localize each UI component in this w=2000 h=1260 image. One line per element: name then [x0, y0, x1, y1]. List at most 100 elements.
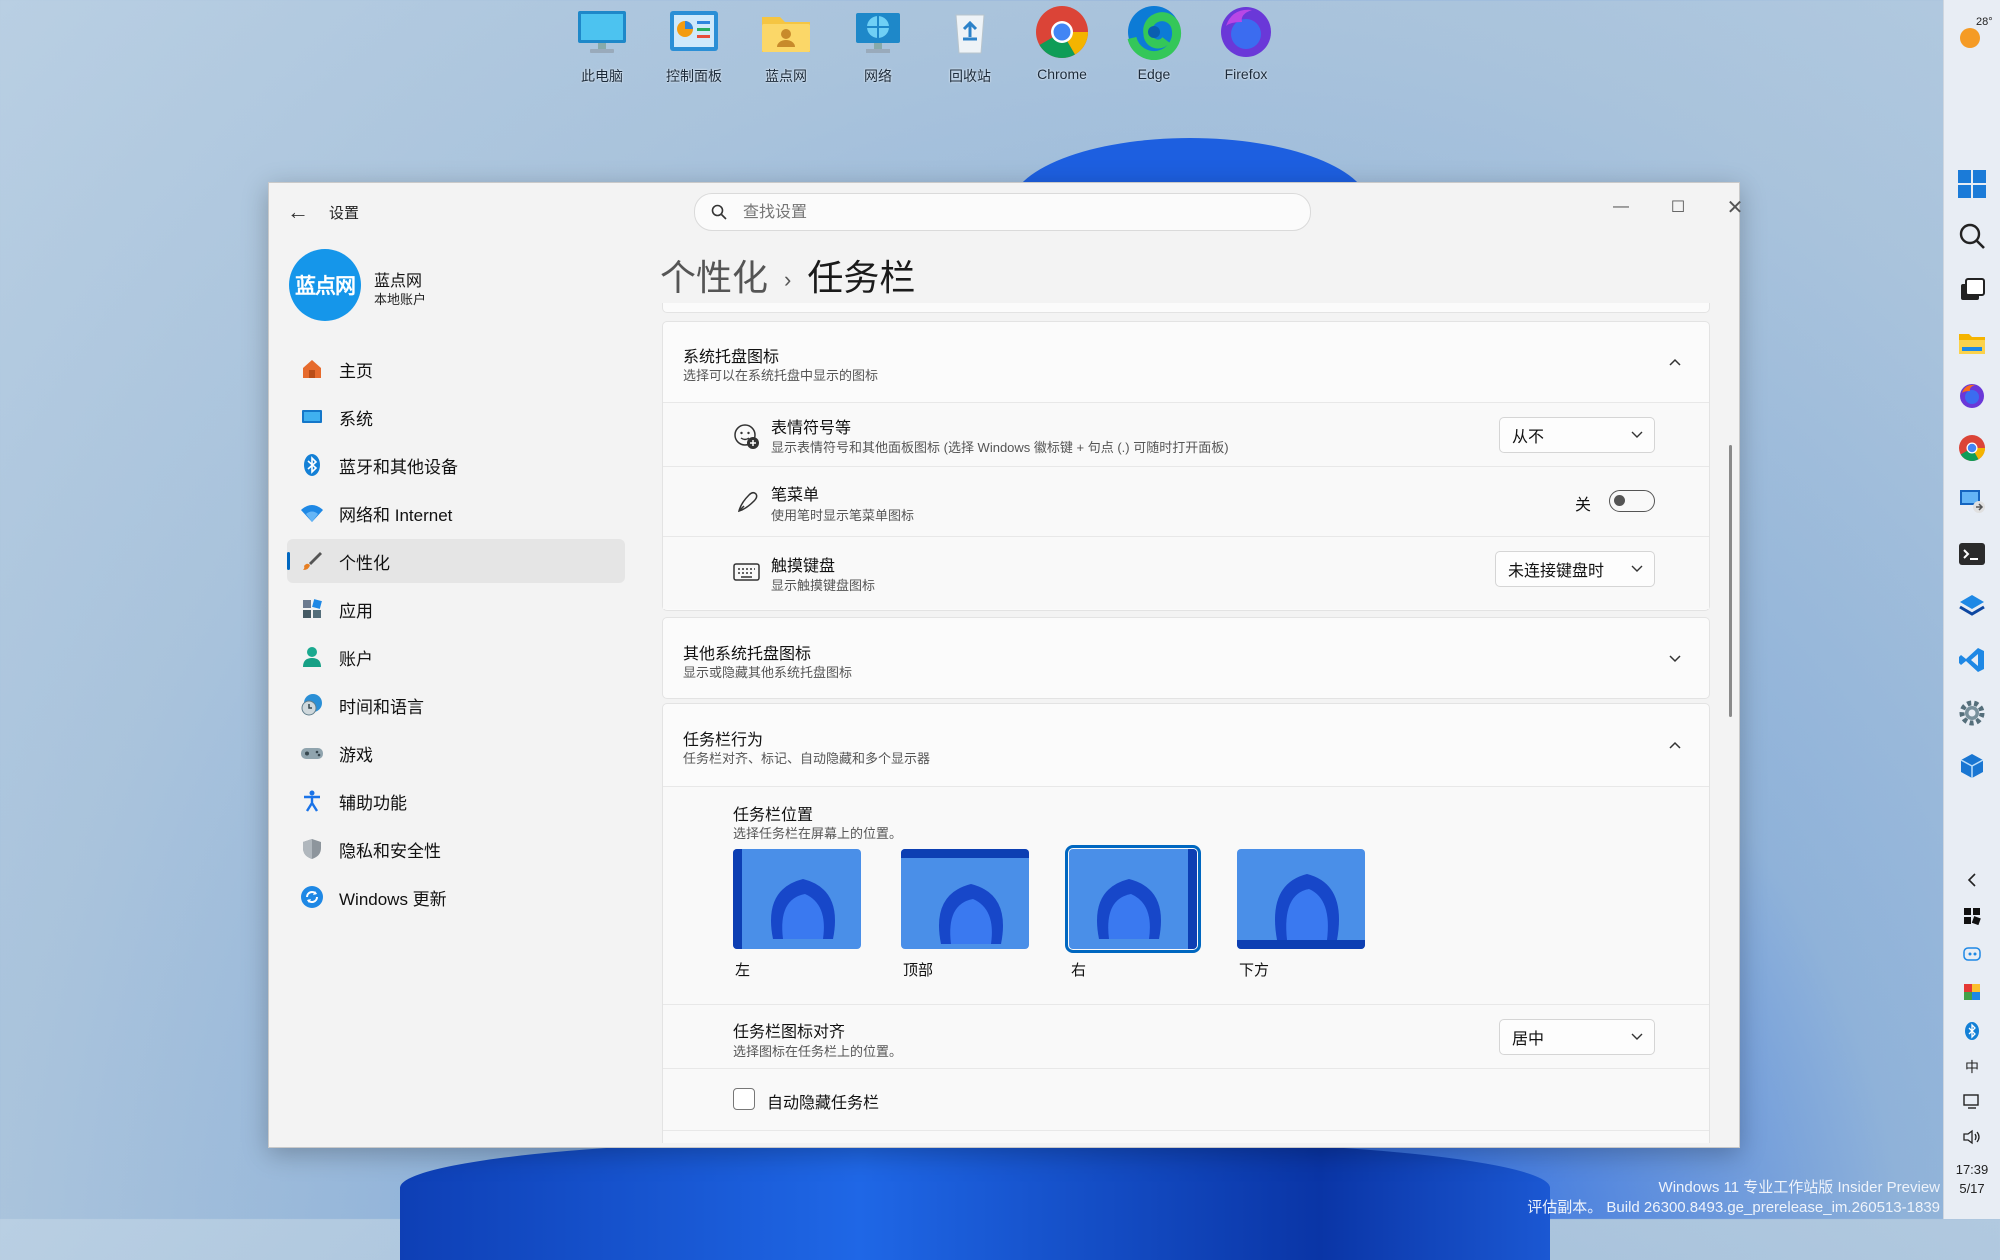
content-scrollbar[interactable] — [1729, 445, 1732, 717]
pen-menu-state: 关 — [1574, 497, 1591, 514]
tray-ime[interactable]: 中 — [1960, 1055, 1984, 1079]
app-tile-icon — [1964, 908, 1981, 925]
search-icon — [1959, 223, 1985, 249]
desktop-icon-control-panel[interactable]: 控制面板 — [648, 4, 740, 86]
sidebar-item-label: 账户 — [339, 649, 373, 669]
taskbar-app-remote-desktop[interactable] — [1956, 484, 1988, 516]
breadcrumb-parent[interactable]: 个性化 — [660, 257, 768, 298]
user-profile[interactable]: 蓝点网 蓝点网 本地账户 — [289, 249, 426, 321]
taskbar-app-chrome[interactable] — [1956, 432, 1988, 464]
pen-menu-toggle[interactable] — [1609, 490, 1655, 512]
tray-app-palette[interactable] — [1960, 980, 1984, 1004]
position-label-left: 左 — [735, 962, 751, 979]
sidebar-item-label: 隐私和安全性 — [339, 841, 441, 861]
apps-icon — [297, 597, 327, 621]
taskbar-app-firefox[interactable] — [1956, 380, 1988, 412]
desktop-icon-user-folder[interactable]: 蓝点网 — [740, 4, 832, 86]
touch-keyboard-dropdown-value: 未连接键盘时 — [1508, 563, 1605, 580]
weather-widget[interactable]: 28° — [1956, 16, 1993, 52]
taskbar-app-devhome[interactable] — [1956, 750, 1988, 782]
taskbar-alignment-row: 任务栏图标对齐 选择图标在任务栏上的位置。 居中 — [663, 1004, 1709, 1069]
tray-icons-desc: 选择可以在系统托盘中显示的图标 — [683, 368, 879, 383]
sidebar-item-gaming[interactable]: 游戏 — [287, 731, 625, 775]
taskbar-clock[interactable]: 17:39 5/17 — [1944, 1160, 2000, 1198]
touch-keyboard-dropdown[interactable]: 未连接键盘时 — [1495, 551, 1655, 587]
sidebar-item-accounts[interactable]: 账户 — [287, 635, 625, 679]
sidebar-item-home[interactable]: 主页 — [287, 347, 625, 391]
sidebar-item-label: 网络和 Internet — [339, 505, 453, 525]
other-tray-icons-card[interactable]: 其他系统托盘图标 显示或隐藏其他系统托盘图标 — [662, 617, 1710, 699]
taskbar-app-stack[interactable] — [1956, 590, 1988, 622]
tray-icons-header[interactable]: 系统托盘图标 选择可以在系统托盘中显示的图标 — [663, 322, 1709, 402]
sidebar-item-privacy[interactable]: 隐私和安全性 — [287, 827, 625, 871]
emoji-dropdown[interactable]: 从不 — [1499, 417, 1655, 453]
sidebar-item-label: 应用 — [339, 601, 373, 621]
sidebar-item-personalization[interactable]: 个性化 — [287, 539, 625, 583]
settings-content: 系统托盘图标 选择可以在系统托盘中显示的图标 表情符号等 显示表情符号和其他面板… — [662, 303, 1710, 1143]
windows-logo-icon — [1958, 170, 1986, 198]
chevron-left-icon — [1967, 873, 1976, 887]
pen-menu-title: 笔菜单 — [771, 487, 820, 504]
wallpaper-thumb-icon — [1237, 849, 1365, 949]
volume-icon — [1963, 1129, 1980, 1145]
sidebar-item-windows-update[interactable]: Windows 更新 — [287, 875, 625, 919]
emoji-dropdown-value: 从不 — [1512, 429, 1545, 446]
sidebar-item-accessibility[interactable]: 辅助功能 — [287, 779, 625, 823]
copilot-icon — [1963, 947, 1981, 961]
taskbar-app-terminal[interactable] — [1956, 538, 1988, 570]
tray-network[interactable] — [1960, 1090, 1984, 1114]
taskbar-app-vscode[interactable] — [1956, 644, 1988, 676]
autohide-checkbox[interactable] — [733, 1088, 755, 1110]
pen-menu-row: 笔菜单 使用笔时显示笔菜单图标 关 — [663, 466, 1709, 537]
next-option-row — [663, 1130, 1709, 1143]
desktop-icon-computer[interactable]: 此电脑 — [556, 4, 648, 86]
start-button[interactable] — [1956, 168, 1988, 200]
autohide-label[interactable]: 自动隐藏任务栏 — [767, 1089, 879, 1113]
taskbar-app-explorer[interactable] — [1956, 327, 1988, 359]
search-box[interactable] — [694, 193, 1311, 231]
user-folder-icon — [758, 4, 814, 60]
other-tray-desc: 显示或隐藏其他系统托盘图标 — [683, 665, 853, 680]
taskbar-search-button[interactable] — [1956, 220, 1988, 252]
sidebar-item-network[interactable]: 网络和 Internet — [287, 491, 625, 535]
tray-volume[interactable] — [1960, 1125, 1984, 1149]
tray-copilot-button[interactable] — [1960, 942, 1984, 966]
bluetooth-icon — [297, 453, 327, 477]
emoji-title: 表情符号等 — [771, 420, 852, 437]
maximize-icon[interactable]: ☐ — [1650, 189, 1706, 225]
desktop-icon-network[interactable]: 网络 — [832, 4, 924, 86]
task-view-button[interactable] — [1956, 274, 1988, 306]
sidebar-item-apps[interactable]: 应用 — [287, 587, 625, 631]
position-option-right[interactable] — [1065, 845, 1201, 953]
firefox-icon — [1960, 384, 1984, 408]
close-icon[interactable]: ✕ — [1707, 189, 1763, 225]
minimize-icon[interactable]: — — [1593, 189, 1649, 225]
desktop-icons: 此电脑 控制面板 蓝点网 网络 回收站 Chrome Edge Firefox — [556, 4, 1292, 86]
desktop-icon-chrome[interactable]: Chrome — [1016, 4, 1108, 86]
position-option-bottom[interactable] — [1237, 849, 1365, 949]
taskbar-alignment-title: 任务栏图标对齐 — [733, 1024, 846, 1041]
search-input[interactable] — [741, 200, 1285, 226]
sidebar-item-system[interactable]: 系统 — [287, 395, 625, 439]
position-option-top[interactable] — [901, 849, 1029, 949]
chrome-icon — [1959, 435, 1985, 461]
taskbar-behavior-header[interactable]: 任务栏行为 任务栏对齐、标记、自动隐藏和多个显示器 — [663, 704, 1709, 786]
position-option-left[interactable] — [733, 849, 861, 949]
taskbar-app-settings[interactable] — [1956, 697, 1988, 729]
sidebar-item-time-language[interactable]: 时间和语言 — [287, 683, 625, 727]
sidebar-item-label: 系统 — [339, 409, 373, 429]
tray-app-pinned[interactable] — [1960, 904, 1984, 928]
taskbar-behavior-card: 任务栏行为 任务栏对齐、标记、自动隐藏和多个显示器 任务栏位置 选择任务栏在屏幕… — [662, 703, 1710, 1143]
account-icon — [297, 645, 327, 669]
desktop-icon-firefox[interactable]: Firefox — [1200, 4, 1292, 86]
tray-bluetooth[interactable] — [1960, 1019, 1984, 1043]
chevron-up-icon — [1669, 358, 1681, 366]
desktop-icon-edge[interactable]: Edge — [1108, 4, 1200, 86]
desktop-icon-recycle-bin[interactable]: 回收站 — [924, 4, 1016, 86]
taskbar-alignment-dropdown[interactable]: 居中 — [1499, 1019, 1655, 1055]
back-arrow-icon[interactable]: ← — [287, 199, 309, 225]
sidebar-item-bluetooth[interactable]: 蓝牙和其他设备 — [287, 443, 625, 487]
show-hidden-icons-button[interactable] — [1960, 868, 1984, 892]
system-icon — [297, 405, 327, 429]
taskbar-alignment-value: 居中 — [1512, 1031, 1545, 1048]
